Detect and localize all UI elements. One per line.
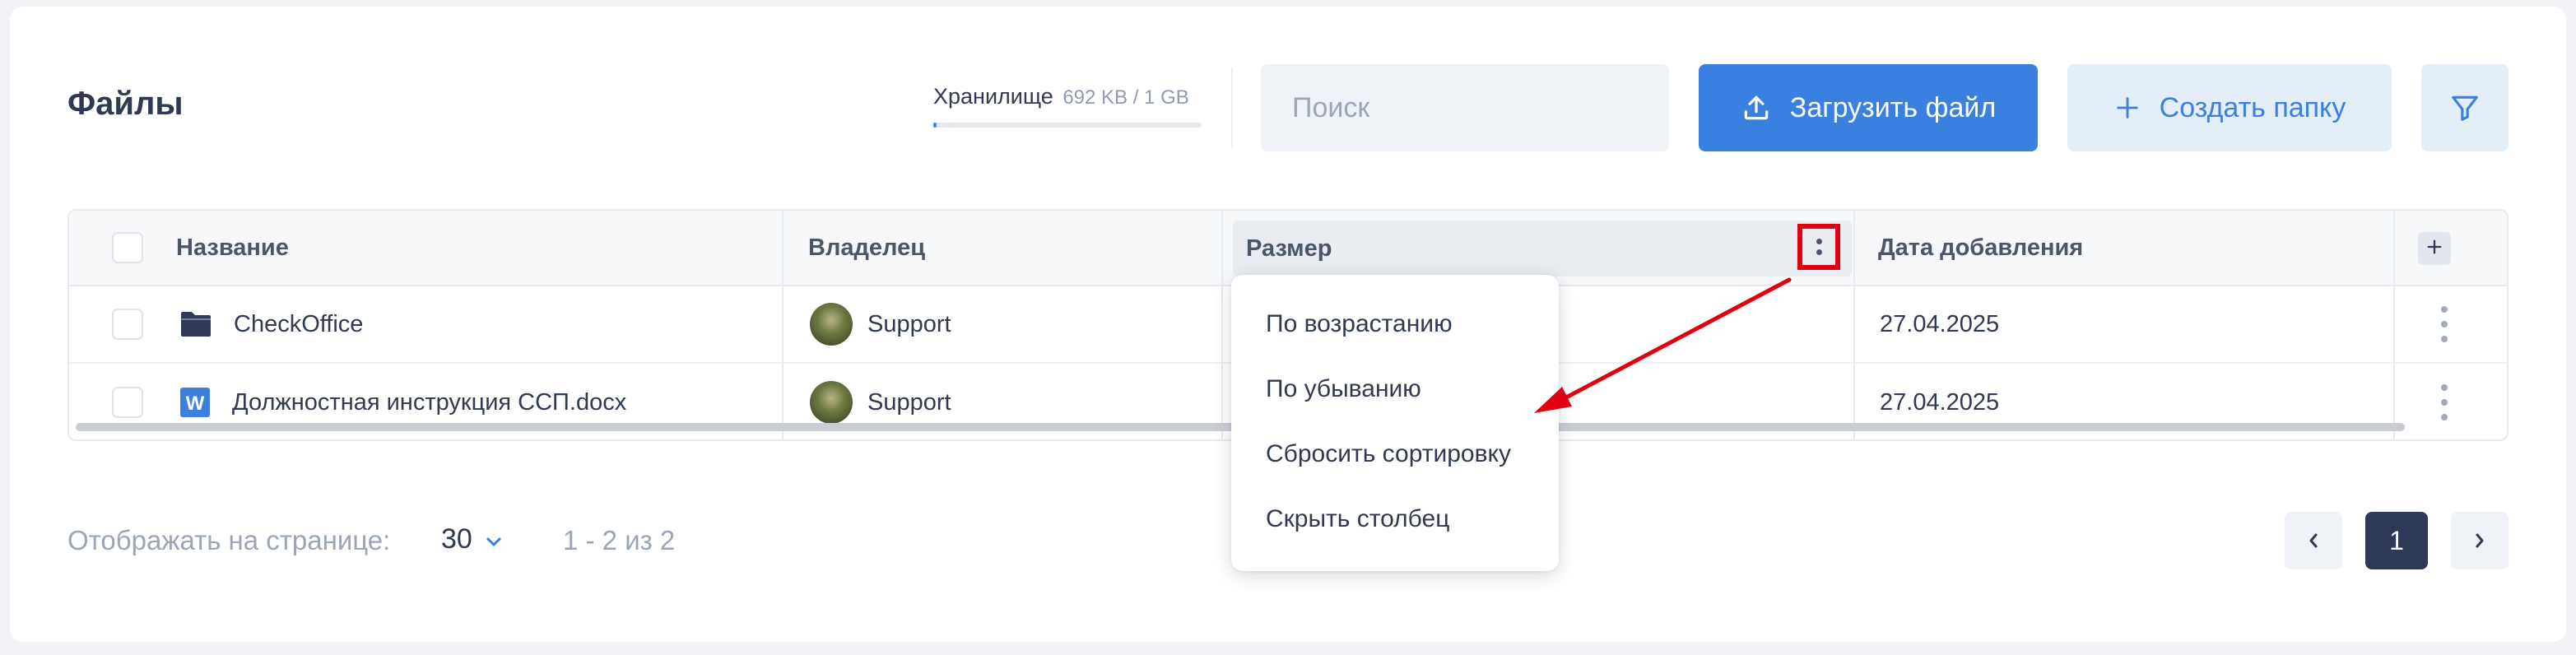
upload-file-label: Загрузить файл (1789, 91, 1997, 123)
toolbar-divider (1231, 67, 1233, 148)
date-added: 27.04.2025 (1880, 310, 2000, 337)
filter-icon (2449, 92, 2481, 123)
file-name[interactable]: Должностная инструкция ССП.docx (232, 389, 626, 416)
kebab-dot (2441, 399, 2448, 406)
upload-file-button[interactable]: Загрузить файл (1699, 64, 2038, 151)
row-checkbox[interactable] (112, 387, 143, 418)
menu-item-sort-ascending[interactable]: По возрастанию (1231, 291, 1559, 356)
column-menu: По возрастанию По убыванию Сбросить сорт… (1231, 275, 1559, 571)
storage-indicator: Хранилище 692 KB / 1 GB (933, 84, 1202, 128)
storage-bar-fill (933, 123, 937, 128)
kebab-dot (2441, 336, 2448, 342)
column-divider (1853, 211, 1855, 439)
per-page-select[interactable]: 30 (441, 523, 502, 555)
menu-item-hide-column[interactable]: Скрыть столбец (1231, 486, 1559, 551)
per-page-label: Отображать на странице: (67, 525, 391, 555)
previous-page-button[interactable] (2285, 512, 2342, 569)
column-header-owner[interactable]: Владелец (808, 211, 925, 285)
kebab-dot (2441, 384, 2448, 391)
search-input[interactable] (1261, 64, 1669, 151)
plus-icon (2113, 94, 2141, 122)
avatar (810, 381, 853, 424)
kebab-dot (1816, 249, 1822, 255)
row-menu-button[interactable] (2436, 306, 2453, 342)
chevron-down-icon (486, 523, 502, 555)
menu-item-reset-sorting[interactable]: Сбросить сортировку (1231, 421, 1559, 486)
column-divider (2393, 211, 2395, 439)
kebab-dot (1816, 239, 1822, 244)
menu-item-sort-descending[interactable]: По убыванию (1231, 356, 1559, 421)
create-folder-button[interactable]: Создать папку (2067, 64, 2392, 151)
column-header-name[interactable]: Название (176, 211, 289, 285)
storage-label: Хранилище (933, 84, 1053, 109)
plus-icon (2425, 238, 2443, 260)
column-header-date[interactable]: Дата добавления (1878, 211, 2083, 285)
column-divider (1221, 211, 1223, 439)
owner-name: Support (867, 310, 951, 337)
row-checkbox[interactable] (112, 309, 143, 340)
word-document-icon: W (179, 387, 211, 418)
next-page-button[interactable] (2451, 512, 2509, 569)
kebab-dot (2441, 414, 2448, 420)
row-menu-button[interactable] (2436, 384, 2453, 420)
select-all-checkbox[interactable] (112, 232, 143, 263)
filter-button[interactable] (2421, 64, 2509, 151)
storage-value: 692 KB / 1 GB (1062, 86, 1189, 109)
kebab-dot (2441, 306, 2448, 313)
file-name[interactable]: CheckOffice (234, 311, 363, 338)
create-folder-label: Создать папку (2159, 91, 2346, 123)
column-divider (782, 211, 783, 439)
owner-name: Support (867, 388, 951, 416)
upload-icon (1741, 92, 1772, 123)
per-page-value: 30 (441, 523, 472, 555)
kebab-dot (2441, 321, 2448, 328)
avatar (810, 303, 853, 346)
pagination-range: 1 - 2 из 2 (563, 525, 676, 555)
word-icon-letter: W (186, 393, 205, 415)
page-number-button[interactable]: 1 (2365, 512, 2428, 569)
size-column-menu-button[interactable] (1797, 224, 1840, 270)
add-column-button[interactable] (2418, 232, 2451, 265)
folder-icon (179, 310, 212, 338)
page-title: Файлы (67, 86, 184, 122)
chevron-left-icon (2307, 526, 2320, 556)
storage-bar (933, 123, 1202, 128)
chevron-right-icon (2473, 526, 2486, 556)
